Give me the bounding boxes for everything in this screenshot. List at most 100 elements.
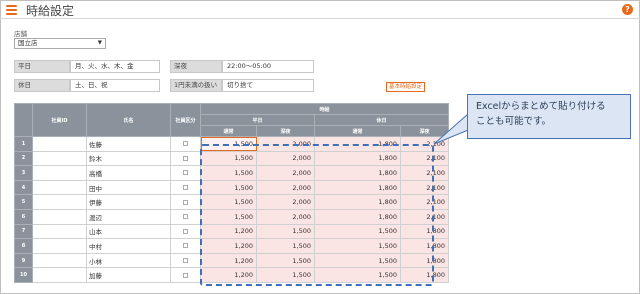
- table-row: 8 中村 1,200 1,500 1,500 1,800: [14, 238, 449, 254]
- weekday-latenight-cell[interactable]: 1,500: [256, 238, 315, 254]
- employee-id-cell[interactable]: [32, 179, 87, 196]
- weekday-latenight-cell[interactable]: 2,000: [256, 136, 315, 152]
- callout-line-2: ことも可能です。: [476, 116, 552, 127]
- holiday-latenight-cell[interactable]: 1,800: [400, 238, 449, 254]
- employee-flag-cell: [170, 179, 201, 196]
- name-cell: 山本: [86, 223, 171, 240]
- holiday-latenight-cell[interactable]: 2,100: [400, 179, 449, 196]
- weekday-latenight-cell[interactable]: 1,500: [256, 267, 315, 283]
- employee-checkbox[interactable]: [183, 155, 188, 161]
- holiday-latenight-cell[interactable]: 2,100: [400, 165, 449, 181]
- callout-line-1: Excelからまとめて貼り付ける: [476, 101, 606, 112]
- employee-checkbox[interactable]: [183, 214, 188, 220]
- name-header: 氏名: [86, 103, 171, 137]
- name-cell: 佐藤: [86, 136, 171, 152]
- employee-id-cell[interactable]: [32, 223, 87, 240]
- row-number-header: [14, 103, 33, 137]
- weekday-regular-cell[interactable]: 1,500: [200, 150, 257, 167]
- holiday-latenight-cell[interactable]: 2,100: [400, 208, 449, 225]
- holiday-regular-cell[interactable]: 1,500: [314, 223, 401, 240]
- employee-checkbox[interactable]: [183, 199, 188, 205]
- row-number: 10: [14, 267, 33, 283]
- hourly-wage-header: 時給: [200, 103, 449, 115]
- holiday-regular-cell[interactable]: 1,800: [314, 208, 401, 225]
- rounding-label: 1円未満の扱い: [170, 79, 222, 92]
- employee-flag-cell: [170, 136, 201, 152]
- holiday-regular-cell[interactable]: 1,800: [314, 179, 401, 196]
- employee-flag-cell: [170, 267, 201, 283]
- row-number: 2: [14, 150, 33, 167]
- holiday-latenight-cell[interactable]: 1,800: [400, 223, 449, 240]
- weekday-regular-cell[interactable]: 1,500: [200, 136, 257, 152]
- holiday-latenight-cell[interactable]: 1,800: [400, 267, 449, 283]
- help-icon[interactable]: ?: [622, 4, 633, 15]
- holiday-value-field[interactable]: 土、日、祝: [70, 79, 160, 92]
- weekday-latenight-cell[interactable]: 1,500: [256, 223, 315, 240]
- holiday-regular-cell[interactable]: 1,800: [314, 150, 401, 167]
- table-row: 9 小林 1,200 1,500 1,500 1,800: [14, 252, 449, 269]
- employee-checkbox[interactable]: [183, 185, 188, 191]
- weekday-regular-cell[interactable]: 1,200: [200, 267, 257, 283]
- holiday-regular-cell[interactable]: 1,800: [314, 136, 401, 152]
- employee-checkbox[interactable]: [183, 141, 188, 147]
- weekday-regular-cell[interactable]: 1,500: [200, 194, 257, 210]
- weekday-regular-cell[interactable]: 1,200: [200, 238, 257, 254]
- row-number: 5: [14, 194, 33, 210]
- employee-flag-cell: [170, 238, 201, 254]
- basic-wage-settings-button[interactable]: 基本時給設定: [386, 82, 426, 92]
- holiday-regular-cell[interactable]: 1,500: [314, 238, 401, 254]
- employee-id-cell[interactable]: [32, 252, 87, 269]
- weekday-label: 平日: [14, 60, 70, 73]
- chevron-down-icon: ▼: [97, 40, 102, 46]
- employee-id-cell[interactable]: [32, 136, 87, 152]
- page-title: 時給設定: [26, 4, 75, 18]
- weekday-latenight-cell[interactable]: 2,000: [256, 194, 315, 210]
- holiday-regular-cell[interactable]: 1,800: [314, 165, 401, 181]
- weekday-latenight-cell[interactable]: 2,000: [256, 150, 315, 167]
- holiday-latenight-header: 深夜: [400, 125, 449, 137]
- employee-checkbox[interactable]: [183, 228, 188, 234]
- weekday-regular-cell[interactable]: 1,200: [200, 252, 257, 269]
- holiday-latenight-cell[interactable]: 2,100: [400, 150, 449, 167]
- employee-id-cell[interactable]: [32, 238, 87, 254]
- holiday-regular-cell[interactable]: 1,800: [314, 194, 401, 210]
- store-select[interactable]: 国立店 ▼: [14, 38, 106, 49]
- hamburger-icon[interactable]: [6, 5, 17, 15]
- employee-id-cell[interactable]: [32, 208, 87, 225]
- name-cell: 加藤: [86, 267, 171, 283]
- weekday-regular-cell[interactable]: 1,500: [200, 179, 257, 196]
- table-row: 7 山本 1,200 1,500 1,500 1,800: [14, 223, 449, 240]
- holiday-regular-cell[interactable]: 1,500: [314, 267, 401, 283]
- name-cell: 鈴木: [86, 150, 171, 167]
- store-select-value: 国立店: [18, 39, 38, 47]
- latenight-value-field[interactable]: 22:00～05:00: [222, 60, 314, 73]
- table-row: 6 渡辺 1,500 2,000 1,800 2,100: [14, 208, 449, 225]
- employee-flag-cell: [170, 223, 201, 240]
- weekday-regular-cell[interactable]: 1,200: [200, 223, 257, 240]
- row-number: 4: [14, 179, 33, 196]
- header-divider: [0, 18, 640, 19]
- holiday-latenight-cell[interactable]: 2,100: [400, 136, 449, 152]
- holiday-latenight-cell[interactable]: 2,100: [400, 194, 449, 210]
- employee-id-cell[interactable]: [32, 165, 87, 181]
- weekday-latenight-cell[interactable]: 2,000: [256, 179, 315, 196]
- weekday-latenight-cell[interactable]: 1,500: [256, 252, 315, 269]
- employee-id-cell[interactable]: [32, 194, 87, 210]
- employee-checkbox[interactable]: [183, 272, 188, 278]
- weekday-latenight-cell[interactable]: 2,000: [256, 165, 315, 181]
- weekday-regular-cell[interactable]: 1,500: [200, 208, 257, 225]
- employee-checkbox[interactable]: [183, 170, 188, 176]
- employee-checkbox[interactable]: [183, 258, 188, 264]
- weekday-value-field[interactable]: 月、火、水、木、金: [70, 60, 160, 73]
- row-number: 1: [14, 136, 33, 152]
- holiday-regular-cell[interactable]: 1,500: [314, 252, 401, 269]
- employee-checkbox[interactable]: [183, 243, 188, 249]
- employee-id-cell[interactable]: [32, 150, 87, 167]
- weekday-regular-cell[interactable]: 1,500: [200, 165, 257, 181]
- holiday-latenight-cell[interactable]: 1,800: [400, 252, 449, 269]
- employee-id-cell[interactable]: [32, 267, 87, 283]
- rounding-value-field[interactable]: 切り捨て: [222, 79, 314, 92]
- row-number: 7: [14, 223, 33, 240]
- weekday-latenight-cell[interactable]: 2,000: [256, 208, 315, 225]
- employee-id-header: 社員ID: [32, 103, 87, 137]
